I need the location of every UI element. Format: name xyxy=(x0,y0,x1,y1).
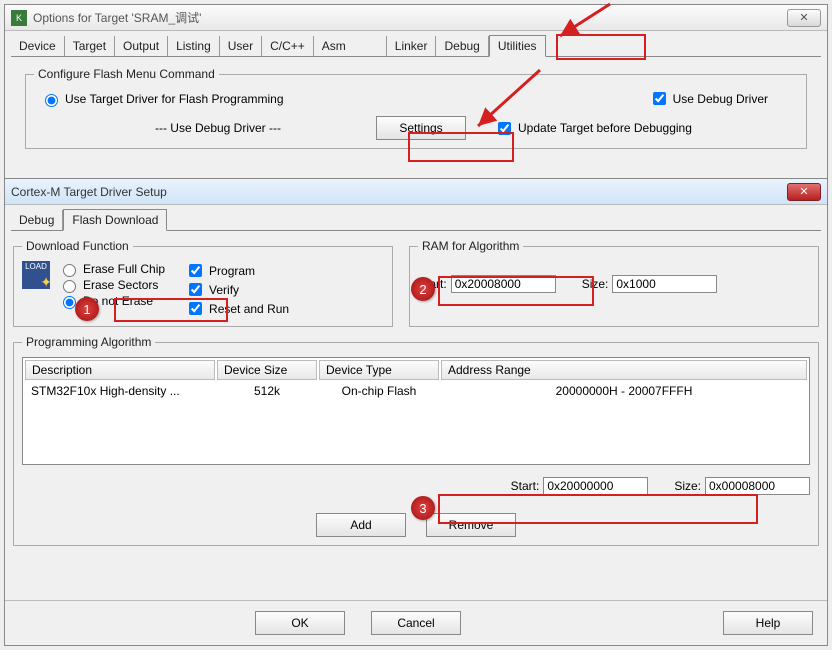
tab-target[interactable]: Target xyxy=(65,36,115,56)
use-debug-driver-label: Use Debug Driver xyxy=(673,92,768,106)
options-tabs: Device Target Output Listing User C/C++ … xyxy=(5,31,827,56)
driver-tabs: Debug Flash Download xyxy=(5,205,827,230)
tab-linker[interactable]: Linker xyxy=(387,36,437,56)
table-row[interactable]: STM32F10x High-density ... 512k On-chip … xyxy=(25,382,807,400)
ok-button[interactable]: OK xyxy=(255,611,345,635)
ram-start-label: Start: xyxy=(418,277,447,291)
ram-algorithm-group: RAM for Algorithm Start: Size: xyxy=(409,239,819,327)
configure-flash-group: Configure Flash Menu Command Use Target … xyxy=(25,67,807,149)
update-target-input[interactable] xyxy=(498,122,511,135)
remove-button[interactable]: Remove xyxy=(426,513,516,537)
programming-algorithm-legend: Programming Algorithm xyxy=(22,335,155,349)
verify-checkbox[interactable]: Verify xyxy=(185,280,289,299)
programming-algorithm-group: Programming Algorithm Description Device… xyxy=(13,335,819,546)
ram-algorithm-legend: RAM for Algorithm xyxy=(418,239,523,253)
add-button[interactable]: Add xyxy=(316,513,406,537)
tab-flash-download[interactable]: Flash Download xyxy=(63,209,167,231)
ram-size-input[interactable] xyxy=(612,275,717,293)
algorithm-table[interactable]: Description Device Size Device Type Addr… xyxy=(22,357,810,465)
pa-start-label: Start: xyxy=(511,479,540,493)
tab-output[interactable]: Output xyxy=(115,36,168,56)
tab-utilities[interactable]: Utilities xyxy=(489,35,546,57)
tab-device[interactable]: Device xyxy=(11,36,65,56)
pa-start-input[interactable] xyxy=(543,477,648,495)
use-target-driver-label: Use Target Driver for Flash Programming xyxy=(65,92,284,106)
tab-debug[interactable]: Debug xyxy=(436,36,488,56)
use-debug-driver-input[interactable] xyxy=(653,92,666,105)
do-not-erase-radio[interactable]: Do not Erase xyxy=(58,293,165,309)
download-function-legend: Download Function xyxy=(22,239,133,253)
download-function-group: Download Function LOAD Erase Full Chip E… xyxy=(13,239,393,327)
ram-start-input[interactable] xyxy=(451,275,556,293)
driver-titlebar: Cortex-M Target Driver Setup ✕ xyxy=(5,179,827,205)
cancel-button[interactable]: Cancel xyxy=(371,611,461,635)
tab-user[interactable]: User xyxy=(220,36,262,56)
update-target-label: Update Target before Debugging xyxy=(518,121,692,135)
use-target-driver-radio-input[interactable] xyxy=(45,94,58,107)
options-titlebar: K Options for Target 'SRAM_调试' ✕ xyxy=(5,5,827,31)
driver-close-button[interactable]: ✕ xyxy=(787,183,821,201)
reset-run-checkbox[interactable]: Reset and Run xyxy=(185,299,289,318)
help-button[interactable]: Help xyxy=(723,611,813,635)
options-window: K Options for Target 'SRAM_调试' ✕ Device … xyxy=(4,4,828,184)
pa-size-label: Size: xyxy=(674,479,701,493)
driver-setup-window: Cortex-M Target Driver Setup ✕ Debug Fla… xyxy=(4,178,828,646)
app-icon: K xyxy=(11,10,27,26)
load-icon: LOAD xyxy=(22,261,50,289)
update-target-checkbox[interactable]: Update Target before Debugging xyxy=(494,119,692,138)
driver-text: --- Use Debug Driver --- xyxy=(108,121,328,135)
pa-size-input[interactable] xyxy=(705,477,810,495)
th-description[interactable]: Description xyxy=(25,360,215,380)
configure-flash-legend: Configure Flash Menu Command xyxy=(34,67,219,81)
th-device-type[interactable]: Device Type xyxy=(319,360,439,380)
th-device-size[interactable]: Device Size xyxy=(217,360,317,380)
erase-full-radio[interactable]: Erase Full Chip xyxy=(58,261,165,277)
program-checkbox[interactable]: Program xyxy=(185,261,289,280)
tab-asm[interactable]: Asm xyxy=(314,36,387,56)
tab-listing[interactable]: Listing xyxy=(168,36,220,56)
erase-sectors-radio[interactable]: Erase Sectors xyxy=(58,277,165,293)
tab-ccpp[interactable]: C/C++ xyxy=(262,36,314,56)
tab-driver-debug[interactable]: Debug xyxy=(11,210,63,230)
th-address-range[interactable]: Address Range xyxy=(441,360,807,380)
options-title: Options for Target 'SRAM_调试' xyxy=(33,9,201,26)
settings-button[interactable]: Settings xyxy=(376,116,466,140)
use-target-driver-radio[interactable]: Use Target Driver for Flash Programming xyxy=(40,91,284,107)
use-debug-driver-checkbox[interactable]: Use Debug Driver xyxy=(649,89,768,108)
driver-title: Cortex-M Target Driver Setup xyxy=(11,185,167,199)
ram-size-label: Size: xyxy=(582,277,609,291)
options-close-button[interactable]: ✕ xyxy=(787,9,821,27)
